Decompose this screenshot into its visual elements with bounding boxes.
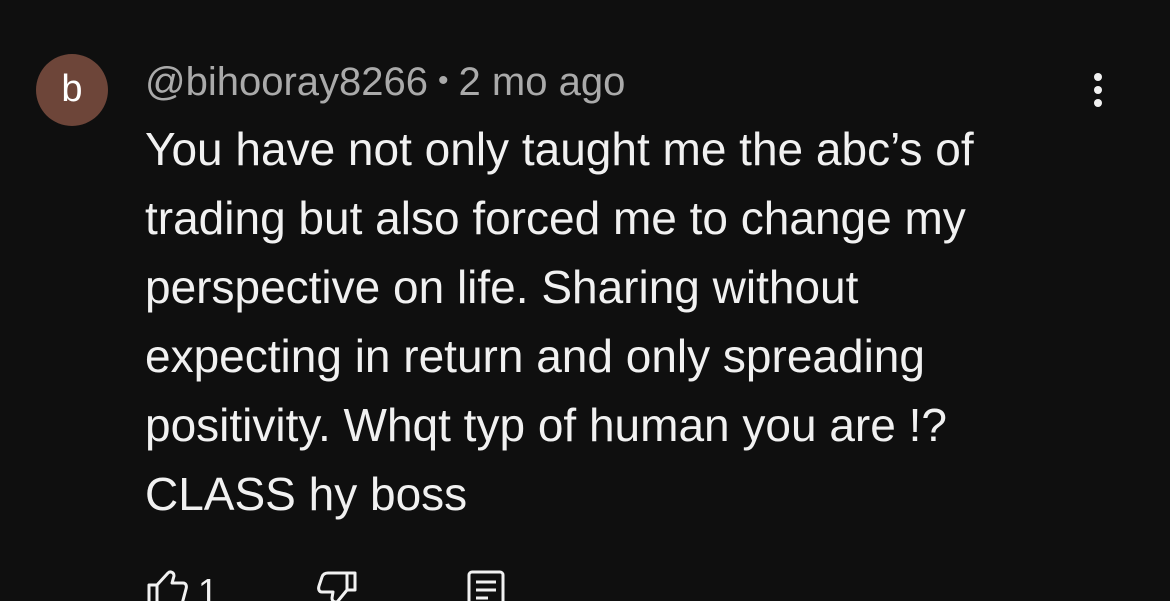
comment-time: 2 mo ago bbox=[458, 59, 626, 104]
author-handle[interactable]: @bihooray8266 bbox=[145, 60, 428, 105]
reply-comment-icon bbox=[467, 570, 505, 601]
avatar[interactable]: b bbox=[36, 54, 108, 126]
meta-separator: • bbox=[438, 64, 449, 97]
more-options-button[interactable] bbox=[1078, 66, 1118, 114]
thumbs-down-icon bbox=[317, 571, 357, 601]
like-button[interactable]: 1 bbox=[146, 568, 218, 601]
comment-actions: 1 bbox=[146, 568, 566, 601]
like-count: 1 bbox=[198, 571, 219, 601]
comment-meta: @bihooray8266 • 2 mo ago bbox=[145, 58, 625, 106]
thumbs-up-icon bbox=[147, 570, 188, 601]
more-vertical-icon bbox=[1094, 73, 1102, 107]
reply-button[interactable] bbox=[466, 568, 506, 601]
comment-item: b @bihooray8266 • 2 mo ago You have not … bbox=[0, 0, 1170, 601]
avatar-letter: b bbox=[61, 68, 83, 110]
dislike-button[interactable] bbox=[316, 568, 358, 601]
comment-text: You have not only taught me the abc’s of… bbox=[145, 123, 974, 520]
